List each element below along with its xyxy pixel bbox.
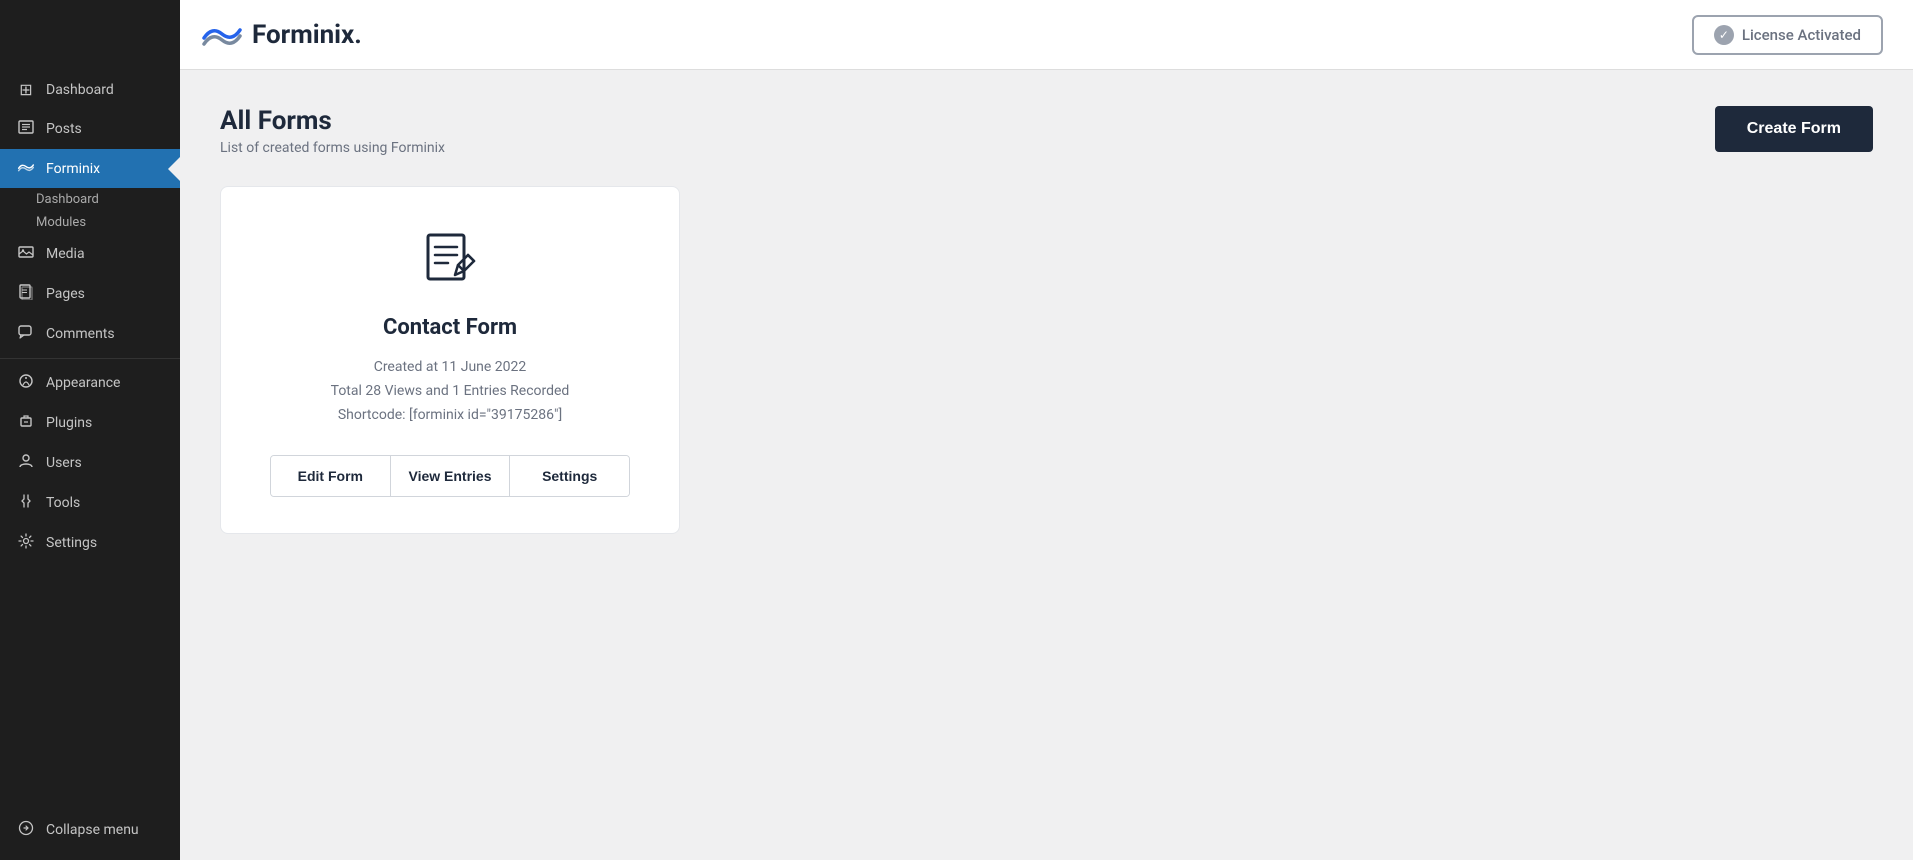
form-settings-button[interactable]: Settings (510, 456, 629, 496)
sidebar-item-users-label: Users (46, 455, 82, 471)
page-title: All Forms (220, 106, 445, 136)
form-card-meta: Created at 11 June 2022 Total 28 Views a… (331, 356, 570, 427)
license-badge: ✓ License Activated (1692, 15, 1883, 55)
contact-form-icon (418, 227, 482, 291)
page-subtitle: List of created forms using Forminix (220, 140, 445, 156)
form-card-actions: Edit Form View Entries Settings (270, 455, 630, 497)
settings-icon (16, 533, 36, 553)
view-entries-button[interactable]: View Entries (391, 456, 511, 496)
form-card: Contact Form Created at 11 June 2022 Tot… (220, 186, 680, 534)
settings-svg-icon (18, 533, 34, 549)
plugins-svg-icon (18, 413, 34, 429)
forminix-icon (16, 159, 36, 178)
plugins-icon (16, 413, 36, 433)
form-shortcode: Shortcode: [forminix id="39175286"] (331, 404, 570, 428)
license-check-icon: ✓ (1714, 25, 1734, 45)
tools-svg-icon (18, 493, 34, 509)
sidebar-item-media-label: Media (46, 246, 85, 262)
sidebar-item-comments-label: Comments (46, 326, 115, 342)
sidebar-divider-1 (0, 358, 180, 359)
sidebar-item-settings-label: Settings (46, 535, 97, 551)
sidebar-item-posts[interactable]: Posts (0, 109, 180, 149)
main-content: All Forms List of created forms using Fo… (180, 70, 1913, 860)
edit-form-button[interactable]: Edit Form (271, 456, 391, 496)
form-created-date: Created at 11 June 2022 (331, 356, 570, 380)
collapse-icon (16, 820, 36, 840)
sidebar-item-tools[interactable]: Tools (0, 483, 180, 523)
users-svg-icon (18, 453, 34, 469)
sidebar-item-appearance[interactable]: Appearance (0, 363, 180, 403)
users-icon (16, 453, 36, 473)
sidebar-item-comments[interactable]: Comments (0, 314, 180, 354)
tools-icon (16, 493, 36, 513)
sidebar-item-media[interactable]: Media (0, 234, 180, 274)
brand-logo-icon (200, 18, 244, 52)
sidebar-sub-dashboard[interactable]: Dashboard (0, 188, 180, 211)
brand: Forminix. (200, 18, 362, 52)
sidebar-item-pages[interactable]: Pages (0, 274, 180, 314)
sidebar: ⊞ Dashboard Posts Forminix Dashboard Mod… (0, 0, 180, 860)
create-form-button[interactable]: Create Form (1715, 106, 1873, 152)
form-card-title: Contact Form (383, 315, 517, 340)
collapse-svg-icon (18, 820, 34, 836)
posts-svg-icon (18, 119, 34, 135)
forminix-wave-icon (17, 160, 35, 174)
pages-icon (16, 284, 36, 304)
sidebar-item-dashboard-label: Dashboard (46, 82, 114, 98)
appearance-svg-icon (18, 373, 34, 389)
posts-icon (16, 119, 36, 139)
page-title-block: All Forms List of created forms using Fo… (220, 106, 445, 156)
sidebar-item-tools-label: Tools (46, 495, 80, 511)
sidebar-item-pages-label: Pages (46, 286, 85, 302)
sidebar-item-forminix[interactable]: Forminix (0, 149, 180, 188)
sidebar-item-plugins-label: Plugins (46, 415, 92, 431)
media-icon (16, 244, 36, 264)
sidebar-sub-modules[interactable]: Modules (0, 211, 180, 234)
sidebar-item-posts-label: Posts (46, 121, 82, 137)
sidebar-item-appearance-label: Appearance (46, 375, 120, 391)
sidebar-item-forminix-label: Forminix (46, 161, 100, 177)
pages-svg-icon (18, 284, 34, 300)
sidebar-sub-modules-label: Modules (36, 215, 86, 230)
comments-icon (16, 324, 36, 344)
collapse-menu-label: Collapse menu (46, 822, 139, 838)
sidebar-item-users[interactable]: Users (0, 443, 180, 483)
license-label: License Activated (1742, 26, 1861, 44)
sidebar-item-settings[interactable]: Settings (0, 523, 180, 563)
form-card-icon (418, 227, 482, 295)
sidebar-item-dashboard[interactable]: ⊞ Dashboard (0, 70, 180, 109)
form-stats: Total 28 Views and 1 Entries Recorded (331, 380, 570, 404)
sidebar-bottom: Collapse menu (0, 810, 180, 860)
sidebar-collapse-menu[interactable]: Collapse menu (0, 810, 180, 850)
brand-name: Forminix. (252, 20, 362, 50)
topbar: Forminix. ✓ License Activated (0, 0, 1913, 70)
dashboard-icon: ⊞ (16, 80, 36, 99)
appearance-icon (16, 373, 36, 393)
comments-svg-icon (18, 324, 34, 340)
page-header: All Forms List of created forms using Fo… (220, 106, 1873, 156)
media-svg-icon (18, 244, 34, 260)
sidebar-item-plugins[interactable]: Plugins (0, 403, 180, 443)
sidebar-sub-dashboard-label: Dashboard (36, 192, 99, 207)
